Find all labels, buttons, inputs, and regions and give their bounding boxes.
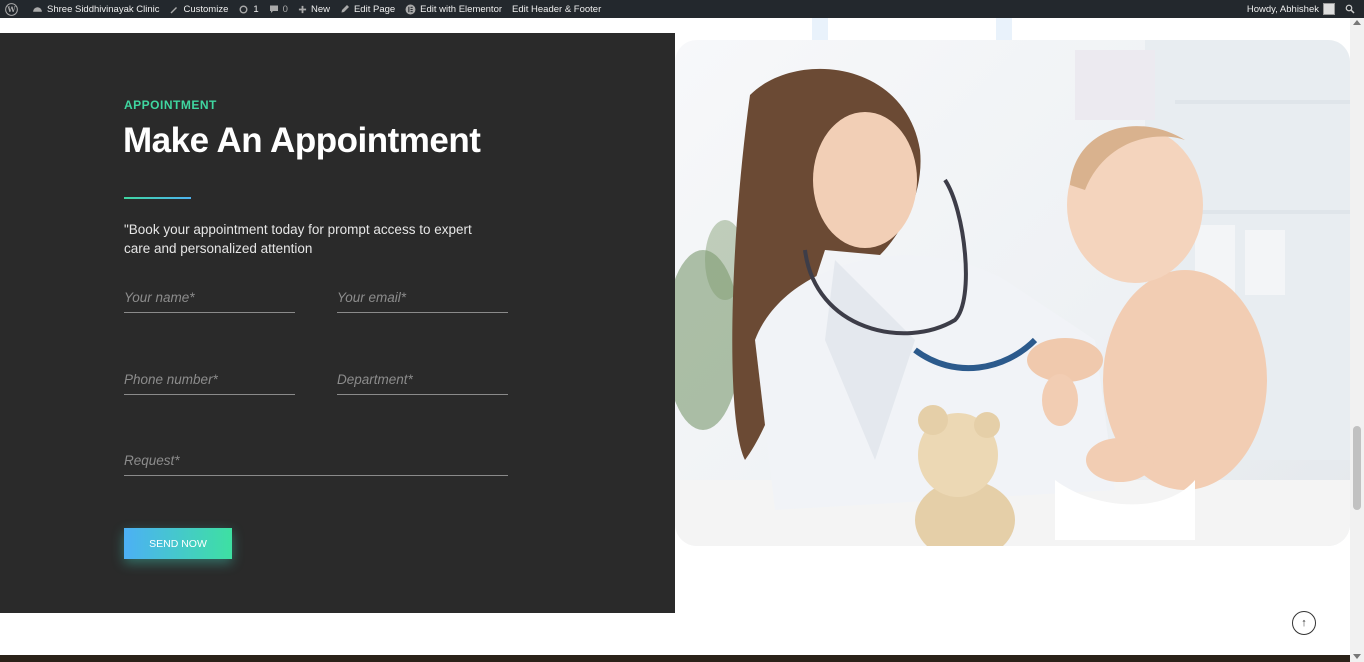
updates-link[interactable]: 1 <box>233 0 263 18</box>
site-name-link[interactable]: Shree Siddhivinayak Clinic <box>27 0 164 18</box>
pencil-icon <box>341 5 349 13</box>
scroll-to-top-button[interactable]: ↑ <box>1292 611 1316 635</box>
doctor-baby-photo <box>675 40 1350 546</box>
page-content: APPOINTMENT Make An Appointment "Book yo… <box>0 18 1350 662</box>
section-heading: Make An Appointment <box>123 121 481 160</box>
svg-text:W: W <box>6 5 16 14</box>
search-icon <box>1345 4 1355 14</box>
site-name-label: Shree Siddhivinayak Clinic <box>47 3 160 15</box>
phone-field <box>124 365 295 395</box>
department-field <box>337 365 508 395</box>
elementor-icon <box>405 4 416 14</box>
updates-count: 1 <box>253 3 259 15</box>
arrow-up-icon: ↑ <box>1301 617 1307 629</box>
email-field <box>337 283 508 313</box>
comments-count: 0 <box>282 3 288 15</box>
send-now-button[interactable]: SEND NOW <box>124 528 232 559</box>
plus-icon <box>298 5 307 13</box>
scroll-up-arrow[interactable] <box>1353 20 1361 25</box>
customize-link[interactable]: Customize <box>164 0 233 18</box>
previous-section-edge-right <box>996 18 1012 40</box>
section-description: "Book your appointment today for prompt … <box>124 222 472 256</box>
wordpress-logo-icon: W <box>5 2 18 16</box>
edit-page-link[interactable]: Edit Page <box>335 0 400 18</box>
brush-icon <box>170 7 178 14</box>
scroll-down-arrow[interactable] <box>1353 654 1361 659</box>
next-section-edge <box>0 655 1350 662</box>
edit-elementor-label: Edit with Elementor <box>420 3 503 15</box>
name-input[interactable] <box>124 283 295 312</box>
edit-page-label: Edit Page <box>353 3 396 15</box>
request-field <box>124 446 508 476</box>
dashboard-icon <box>33 6 42 12</box>
request-input[interactable] <box>124 446 508 475</box>
doctor-baby-illustration <box>675 40 1350 546</box>
phone-input[interactable] <box>124 365 295 394</box>
avatar <box>1323 3 1335 15</box>
howdy-label: Howdy, Abhishek <box>1246 3 1319 15</box>
wp-admin-bar: W Shree Siddhivinayak Clinic Customize 1… <box>0 0 1364 18</box>
admin-search-button[interactable] <box>1340 0 1364 18</box>
department-input[interactable] <box>337 365 508 394</box>
account-menu[interactable]: Howdy, Abhishek <box>1242 0 1340 18</box>
heading-underline <box>124 197 191 199</box>
name-field <box>124 283 295 313</box>
appointment-section: APPOINTMENT Make An Appointment "Book yo… <box>0 33 675 613</box>
edit-header-footer-link[interactable]: Edit Header & Footer <box>507 0 606 18</box>
refresh-icon <box>239 5 248 13</box>
customize-label: Customize <box>183 3 229 15</box>
page-scrollbar[interactable] <box>1350 18 1364 662</box>
wordpress-logo-button[interactable]: W <box>0 0 27 18</box>
section-eyebrow: APPOINTMENT <box>124 98 217 112</box>
previous-section-edge <box>812 18 828 40</box>
comment-icon <box>269 5 278 13</box>
new-label: New <box>310 3 330 15</box>
edit-elementor-link[interactable]: Edit with Elementor <box>400 0 507 18</box>
edit-header-footer-label: Edit Header & Footer <box>512 3 602 15</box>
scrollbar-thumb[interactable] <box>1353 426 1361 510</box>
email-input[interactable] <box>337 283 508 312</box>
new-content-link[interactable]: New <box>293 0 335 18</box>
comments-link[interactable]: 0 <box>264 0 293 18</box>
